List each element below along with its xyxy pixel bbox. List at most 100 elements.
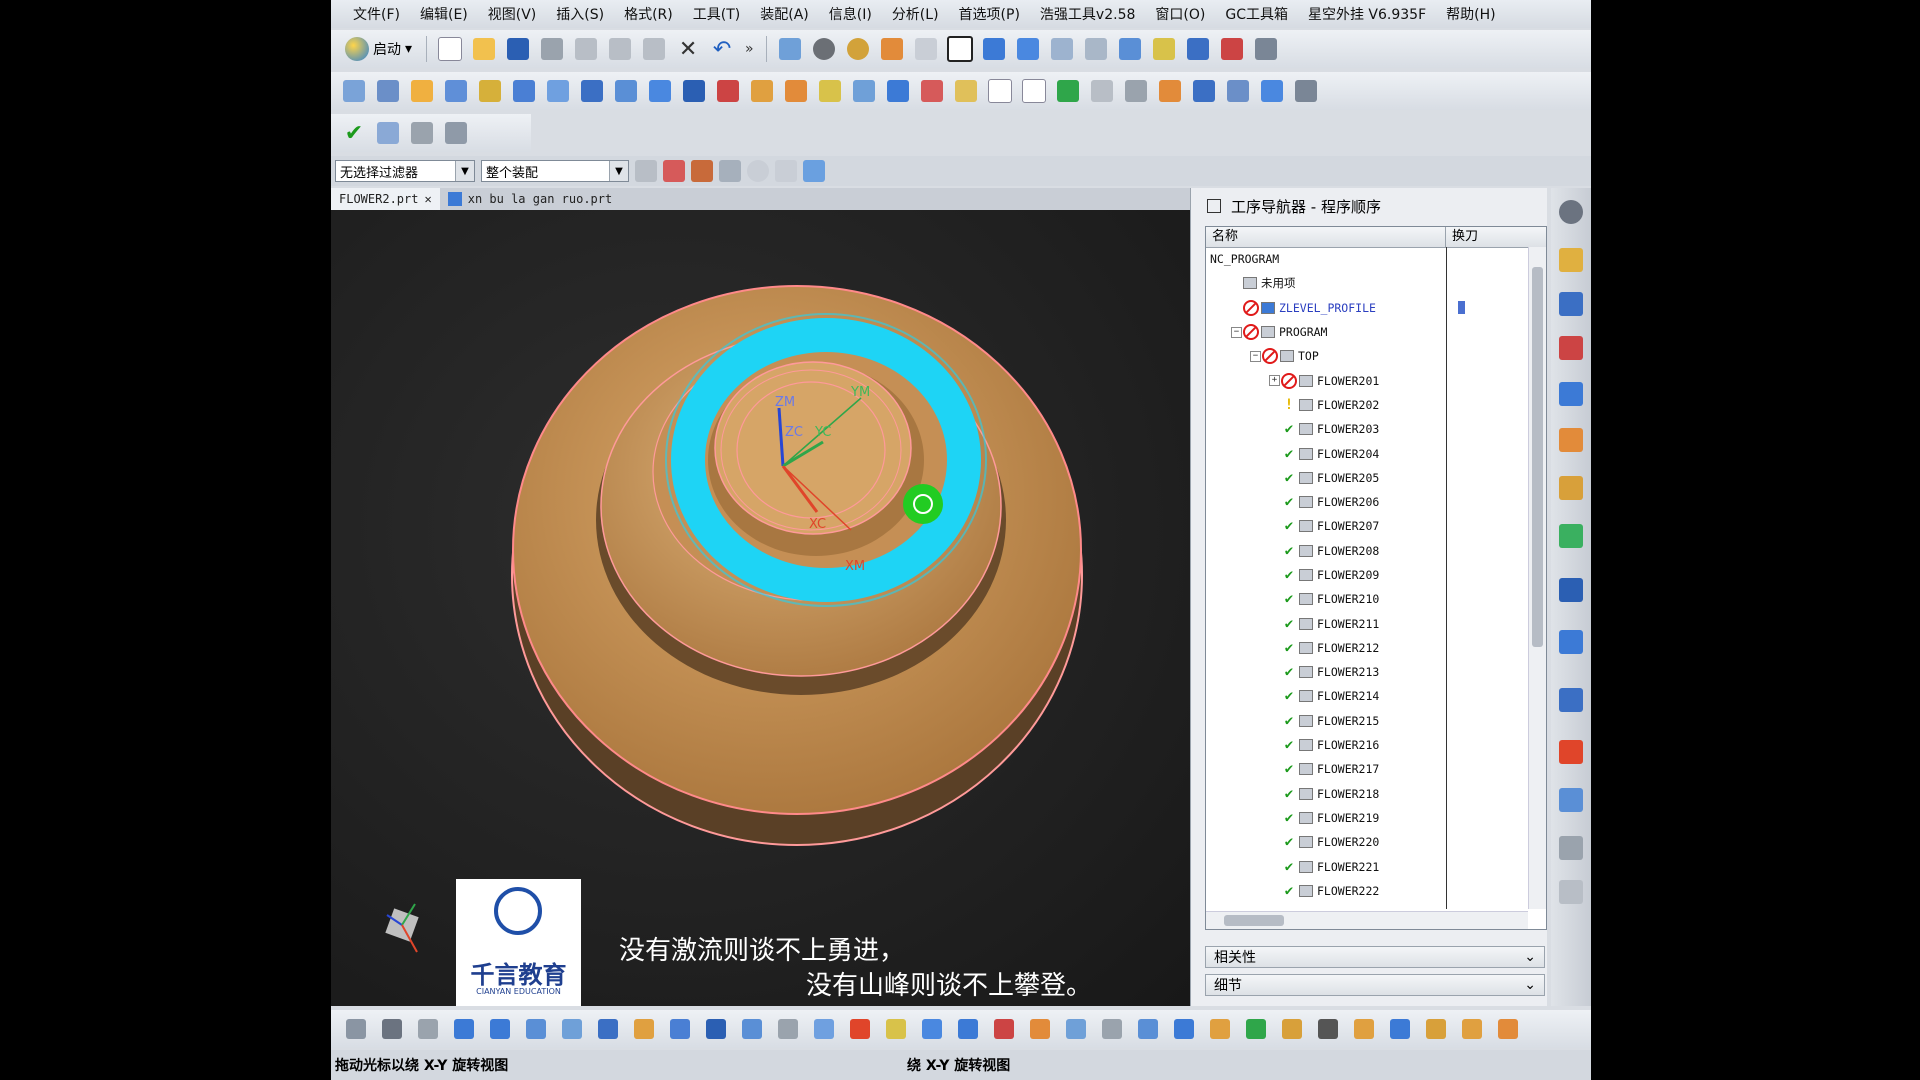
cam-tool-button[interactable] [1155,76,1185,106]
tree-row[interactable]: ✔ FLOWER214 [1206,684,1528,708]
cam-tool-button[interactable] [1291,76,1321,106]
tree-row[interactable]: ✔ FLOWER208 [1206,539,1528,563]
cam-tool-button[interactable] [1257,76,1287,106]
analysis-button[interactable] [1149,34,1179,64]
bottom-tool-button[interactable] [1457,1014,1487,1044]
open-button[interactable] [469,34,499,64]
graphics-viewport[interactable]: ZM ZC YM YC XC XM 千言教育 CIANYAN EDUCATION… [331,210,1191,1006]
save-button[interactable] [503,34,533,64]
bottom-tool-button[interactable] [1385,1014,1415,1044]
cam-tool-button[interactable] [951,76,981,106]
bottom-tool-button[interactable] [629,1014,659,1044]
bottom-tool-button[interactable] [1349,1014,1379,1044]
menu-item[interactable]: 分析(L) [882,4,949,24]
tree-row[interactable]: ✔ FLOWER221 [1206,854,1528,878]
cam-tool-button[interactable] [373,76,403,106]
tree-row[interactable]: ✔ FLOWER206 [1206,490,1528,514]
bottom-tool-button[interactable] [737,1014,767,1044]
shop-doc-button[interactable] [407,118,437,148]
grid-button[interactable] [1217,34,1247,64]
bottom-tool-button[interactable] [1493,1014,1523,1044]
bottom-tool-button[interactable] [1241,1014,1271,1044]
tree-row[interactable]: − PROGRAM [1206,320,1528,344]
bottom-tool-button[interactable] [1313,1014,1343,1044]
resource-tab-icon[interactable] [1559,428,1583,452]
cam-tool-button[interactable] [985,76,1015,106]
collapse-icon[interactable]: − [1250,350,1261,362]
edit-object-button[interactable] [1115,34,1145,64]
resource-tab-icon[interactable] [1559,248,1583,272]
horizontal-scrollbar[interactable] [1206,911,1528,929]
paste-button[interactable] [639,34,669,64]
resource-tab-icon[interactable] [1559,740,1583,764]
view-triad-button[interactable] [911,34,941,64]
cam-tool-button[interactable] [917,76,947,106]
tree-row[interactable]: ✔ FLOWER210 [1206,587,1528,611]
tree-row[interactable]: − TOP [1206,344,1528,368]
menu-item[interactable]: 浩强工具v2.58 [1030,4,1145,24]
tree-row[interactable]: ! FLOWER202 [1206,393,1528,417]
menu-item[interactable]: 帮助(H) [1436,4,1505,24]
tree-row[interactable]: ✔ FLOWER212 [1206,636,1528,660]
tree-row[interactable]: ✔ FLOWER207 [1206,514,1528,538]
bottom-tool-button[interactable] [557,1014,587,1044]
menu-item[interactable]: 星空外挂 V6.935F [1298,4,1436,24]
resource-tab-icon[interactable] [1559,336,1583,360]
menu-item[interactable]: 视图(V) [478,4,547,24]
background-color-button[interactable] [945,34,975,64]
menu-item[interactable]: GC工具箱 [1215,4,1298,24]
bottom-tool-button[interactable] [485,1014,515,1044]
resource-tab-icon[interactable] [1559,524,1583,548]
bottom-tool-button[interactable] [989,1014,1019,1044]
menu-item[interactable]: 文件(F) [343,4,410,24]
measure-button[interactable] [1081,34,1111,64]
cam-tool-button[interactable] [577,76,607,106]
menu-item[interactable]: 信息(I) [819,4,882,24]
cam-tool-button[interactable] [339,76,369,106]
tree-row[interactable]: ✔ FLOWER203 [1206,417,1528,441]
resource-tab-icon[interactable] [1559,382,1583,406]
cam-tool-button[interactable] [849,76,879,106]
resource-tab-icon[interactable] [1559,476,1583,500]
tree-row[interactable]: ✔ FLOWER215 [1206,709,1528,733]
tree-row[interactable]: ✔ FLOWER219 [1206,806,1528,830]
close-icon[interactable]: ✕ [424,192,431,206]
expand-icon[interactable]: + [1269,375,1280,387]
cam-tool-button[interactable] [883,76,913,106]
bottom-tool-button[interactable] [1277,1014,1307,1044]
shaded-button[interactable] [843,34,873,64]
tree-row[interactable]: ✔ FLOWER211 [1206,611,1528,635]
section-details[interactable]: 细节 ⌄ [1205,974,1545,996]
cam-tool-button[interactable] [611,76,641,106]
tree-row[interactable]: NC_PROGRAM [1206,247,1528,271]
program-list-button[interactable] [373,118,403,148]
menu-item[interactable]: 工具(T) [683,4,750,24]
cam-tool-button[interactable] [1223,76,1253,106]
bottom-tool-button[interactable] [1205,1014,1235,1044]
gear-icon[interactable] [1559,200,1583,224]
undo-button[interactable]: ↶ [707,34,737,64]
menu-item[interactable]: 装配(A) [750,4,819,24]
bottom-tool-button[interactable] [845,1014,875,1044]
tree-row[interactable]: ✔ FLOWER222 [1206,879,1528,903]
tree-row[interactable]: ✔ FLOWER217 [1206,757,1528,781]
toolbar-overflow[interactable]: » [741,41,758,57]
copy-button[interactable] [605,34,635,64]
cam-tool-button[interactable] [543,76,573,106]
postprocess-button[interactable] [441,118,471,148]
cam-tool-button[interactable] [509,76,539,106]
menu-item[interactable]: 首选项(P) [949,4,1030,24]
bottom-tool-button[interactable] [1025,1014,1055,1044]
tree-row[interactable]: ✔ FLOWER216 [1206,733,1528,757]
bottom-tool-button[interactable] [1169,1014,1199,1044]
bottom-tool-button[interactable] [701,1014,731,1044]
rectangle-select-icon[interactable] [775,160,797,182]
bottom-tool-button[interactable] [413,1014,443,1044]
tree-row[interactable]: ZLEVEL_PROFILE [1206,296,1528,320]
cam-tool-button[interactable] [815,76,845,106]
delete-button[interactable]: ✕ [673,34,703,64]
bottom-tool-button[interactable] [593,1014,623,1044]
menu-item[interactable]: 插入(S) [546,4,614,24]
vertical-scrollbar[interactable] [1528,247,1546,909]
wcs-button[interactable] [979,34,1009,64]
